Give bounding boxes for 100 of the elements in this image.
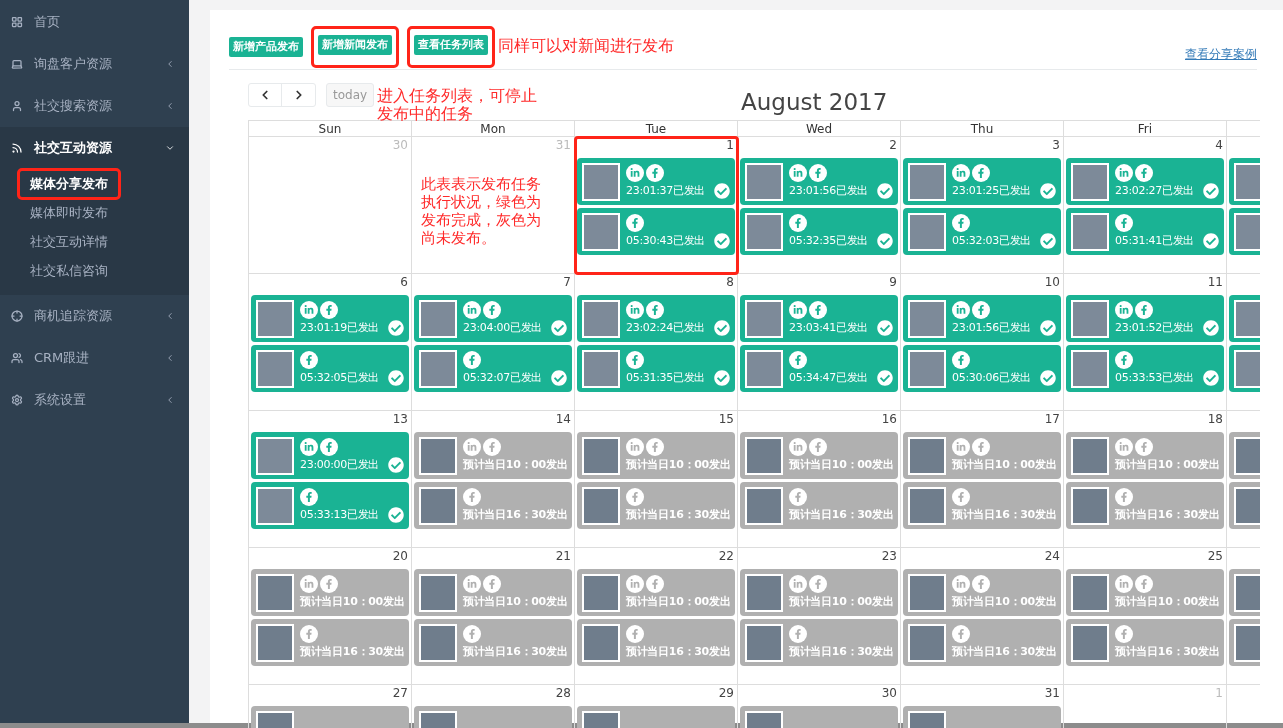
photo-placeholder [745,573,783,612]
task-event[interactable]: 05:32:07已发出 [414,345,572,392]
user-icon [11,100,23,112]
nav-item[interactable]: 询盘客户资源 [0,43,189,85]
task-event[interactable]: 05:33:13已发出 [251,482,409,529]
photo-placeholder [582,573,620,612]
task-event[interactable]: 预计当日10：00发出 [414,569,572,616]
task-event[interactable]: 23:01:52已发出 [1066,295,1224,342]
nav-subitem[interactable]: 媒体即时发布 [20,199,118,226]
event-time: 23:01:19已发出 [300,319,380,336]
task-event[interactable]: 预计当日16：30发出 [414,482,572,529]
task-event[interactable]: 05:34:47已发出 [740,345,898,392]
weekday-header: Sun [318,122,342,135]
event-time: 预计当日16：30发出 [952,506,1057,523]
photo-placeholder [1071,162,1109,201]
nav-subitem[interactable]: 社交私信咨询 [20,257,118,284]
task-event[interactable]: 预计当日10：00发出 [577,432,735,479]
photo-placeholder [419,623,457,662]
day-number: 3 [1052,139,1060,154]
task-event[interactable]: 05:30:43已发出 [577,208,735,255]
photo-placeholder [419,349,457,388]
event-time: 23:02:27已发出 [1115,182,1195,199]
task-event[interactable]: 预计当日10：00发出 [740,569,898,616]
event-time: 05:32:05已发出 [300,369,380,386]
nav-item[interactable]: 商机追踪资源 [0,295,189,337]
nav-item[interactable]: 社交互动资源 [0,127,189,169]
task-event[interactable]: 05:31:41已发出 [1066,208,1224,255]
task-event[interactable]: 预计当日10：00发出 [903,432,1061,479]
action-button[interactable]: 新增新闻发布 [311,26,399,68]
day-number: 23 [881,550,897,565]
task-event[interactable]: 预计当日10：00发出 [251,569,409,616]
nav-item[interactable]: 首页 [0,1,189,43]
event-time: 预计当日16：30发出 [789,643,894,660]
task-event[interactable]: 预计当日10：00发出 [903,569,1061,616]
check-icon [877,320,893,336]
nav-item[interactable]: 系统设置 [0,379,189,421]
nav-subitem[interactable]: 媒体分享发布 [17,167,121,200]
task-event[interactable]: 预计当日10：00发出 [577,569,735,616]
task-event[interactable]: 预计当日16：30发出 [740,482,898,529]
task-event[interactable]: 23:01:56已发出 [740,158,898,205]
task-event[interactable]: 23:02:24已发出 [577,295,735,342]
caret-icon [165,311,175,321]
task-event[interactable]: 预计当日10：00发出 [414,432,572,479]
task-event[interactable]: 23:04:00已发出 [414,295,572,342]
task-event[interactable]: 05:32:05已发出 [251,345,409,392]
caret-icon [165,395,175,405]
task-event[interactable]: 预计当日10：00发出 [1066,569,1224,616]
nav-item[interactable]: CRM跟进 [0,337,189,379]
action-button[interactable]: 查看任务列表 [407,26,495,68]
task-event[interactable]: 预计当日10：00发出 [740,432,898,479]
event-time: 23:04:00已发出 [463,319,543,336]
photo-placeholder [419,573,457,612]
task-event[interactable]: 预计当日16：30发出 [577,619,735,666]
today-button[interactable]: today [326,83,375,107]
annotation-text: 同样可以对新闻进行发布 [498,35,674,57]
photo-placeholder [745,299,783,338]
day-number: 11 [1207,276,1223,291]
task-event[interactable]: 23:03:41已发出 [740,295,898,342]
photo-placeholder [256,349,294,388]
check-icon [714,370,730,386]
task-event[interactable]: 预计当日10：00发出 [1066,432,1224,479]
task-event[interactable]: 05:33:53已发出 [1066,345,1224,392]
event-time: 23:01:25已发出 [952,182,1032,199]
task-event[interactable]: 预计当日16：30发出 [1066,619,1224,666]
task-event[interactable]: 预计当日16：30发出 [577,482,735,529]
task-event[interactable]: 预计当日16：30发出 [414,619,572,666]
nav-label: 社交搜索资源 [34,97,113,116]
day-number: 2 [889,139,897,154]
day-number: 9 [889,276,897,291]
event-time: 预计当日16：30发出 [300,643,405,660]
photo-placeholder [419,486,457,525]
task-event[interactable]: 23:01:56已发出 [903,295,1061,342]
photo-placeholder [1234,299,1260,338]
task-event[interactable]: 23:01:37已发出 [577,158,735,205]
event-time: 05:33:53已发出 [1115,369,1195,386]
annotation-text: 此表表示发布任务执行状况，绿色为发布完成，灰色为尚未发布。 [421,175,542,247]
task-event[interactable]: 预计当日16：30发出 [740,619,898,666]
event-time: 预计当日16：30发出 [626,506,731,523]
nav-subitem[interactable]: 社交互动详情 [20,228,118,255]
task-event[interactable]: 05:32:03已发出 [903,208,1061,255]
task-event[interactable]: 23:01:25已发出 [903,158,1061,205]
task-event[interactable]: 23:02:27已发出 [1066,158,1224,205]
grid-icon [11,16,23,28]
task-event[interactable]: 预计当日16：30发出 [903,619,1061,666]
task-event[interactable]: 预计当日16：30发出 [1066,482,1224,529]
task-event[interactable]: 23:01:19已发出 [251,295,409,342]
task-event[interactable]: 05:30:06已发出 [903,345,1061,392]
check-icon [1040,320,1056,336]
task-event[interactable]: 05:31:35已发出 [577,345,735,392]
event-time: 05:32:35已发出 [789,232,869,249]
task-event[interactable]: 预计当日16：30发出 [251,619,409,666]
action-button[interactable]: 新增产品发布 [229,37,303,57]
task-event[interactable]: 预计当日16：30发出 [903,482,1061,529]
task-event[interactable]: 05:32:35已发出 [740,208,898,255]
task-event[interactable]: 23:00:00已发出 [251,432,409,479]
nav-item[interactable]: 社交搜索资源 [0,85,189,127]
share-cases-link[interactable]: 查看分享案例 [1185,45,1257,63]
day-number: 18 [1207,413,1223,428]
photo-placeholder [908,349,946,388]
event-time: 预计当日10：00发出 [789,456,894,473]
